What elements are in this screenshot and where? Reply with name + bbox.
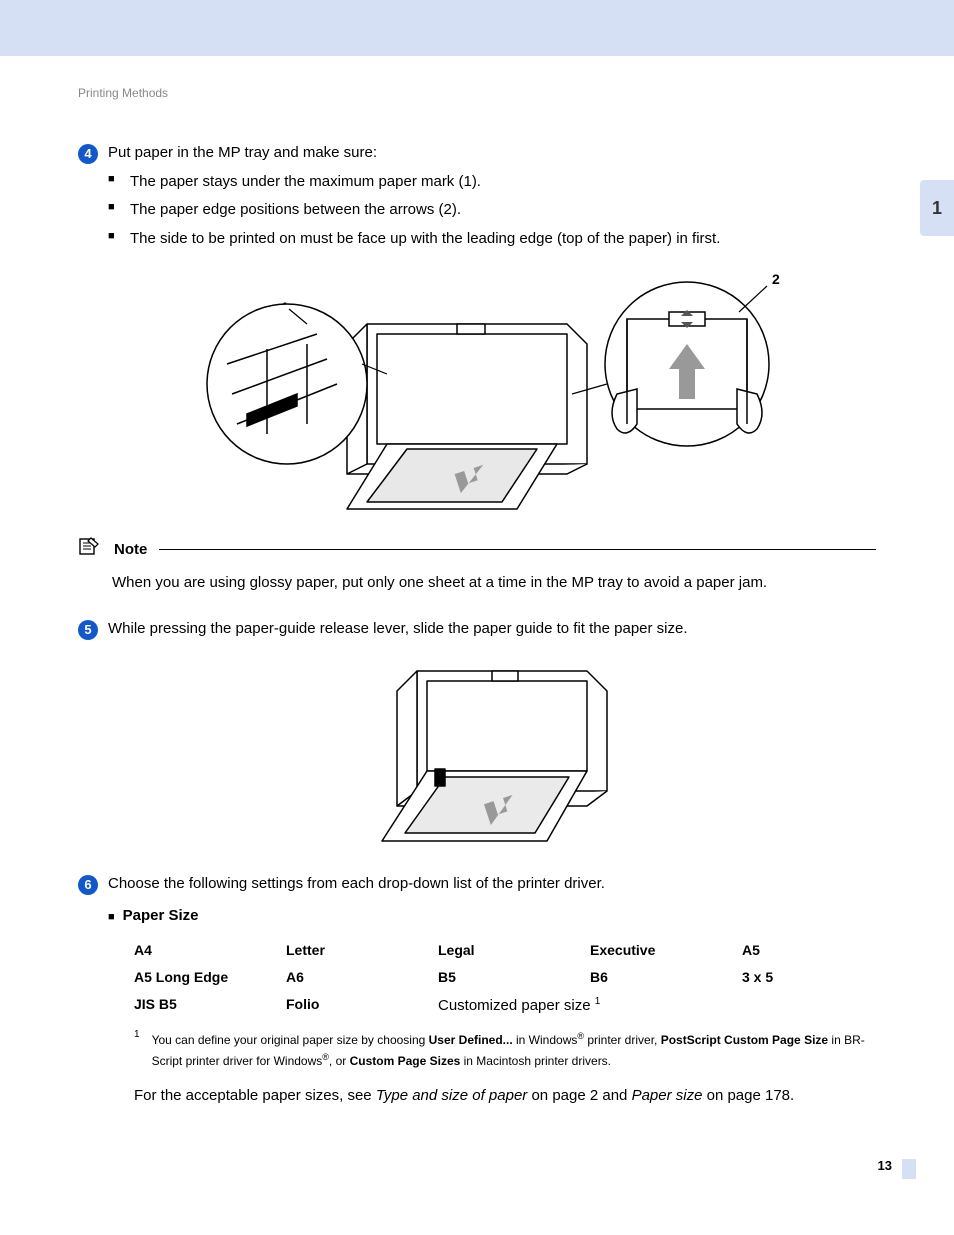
square-bullet-icon: ■: [108, 911, 115, 923]
size-cell: JIS B5: [134, 994, 286, 1018]
paper-size-label: Paper Size: [123, 907, 199, 924]
note-icon: [78, 536, 100, 564]
size-cell: B5: [438, 967, 590, 988]
breadcrumb: Printing Methods: [78, 84, 876, 102]
step-number-badge: 4: [78, 144, 98, 164]
callout-2-label: 2: [772, 271, 780, 287]
size-cell: A6: [286, 967, 438, 988]
size-cell: Executive: [590, 940, 742, 961]
table-row: JIS B5 Folio Customized paper size 1: [134, 994, 894, 1018]
step-5-illustration: [78, 651, 876, 851]
step-4-illustration: 1 2: [78, 264, 876, 514]
paper-size-table: A4 Letter Legal Executive A5 A5 Long Edg…: [134, 940, 894, 1018]
size-cell: Legal: [438, 940, 590, 961]
page-number: 13: [878, 1156, 892, 1176]
step-6: 6 Choose the following settings from eac…: [78, 873, 876, 896]
footnote-text: You can define your original paper size …: [152, 1029, 876, 1071]
page-content: Printing Methods 4 Put paper in the MP t…: [0, 56, 954, 1108]
note-title: Note: [114, 539, 147, 562]
size-cell: Folio: [286, 994, 438, 1018]
step-4: 4 Put paper in the MP tray and make sure…: [78, 142, 876, 165]
step-4-intro: Put paper in the MP tray and make sure:: [108, 142, 876, 165]
footnote: 1 You can define your original paper siz…: [134, 1029, 876, 1071]
step-4-bullets: The paper stays under the maximum paper …: [108, 171, 876, 251]
printer-guide-diagram: [327, 651, 627, 851]
paper-size-heading: ■ Paper Size: [108, 905, 876, 928]
cross-reference: For the acceptable paper sizes, see Type…: [134, 1085, 876, 1108]
note-divider: [159, 549, 876, 550]
size-cell: A5 Long Edge: [134, 967, 286, 988]
bullet-item: The paper stays under the maximum paper …: [108, 171, 876, 194]
printer-mp-tray-diagram: 1 2: [157, 264, 797, 514]
note-block: Note When you are using glossy paper, pu…: [78, 536, 876, 594]
table-row: A4 Letter Legal Executive A5: [134, 940, 894, 961]
size-cell: B6: [590, 967, 742, 988]
footnote-number: 1: [134, 1027, 140, 1069]
size-cell: Letter: [286, 940, 438, 961]
bullet-item: The paper edge positions between the arr…: [108, 199, 876, 222]
size-cell: A5: [742, 940, 894, 961]
note-text: When you are using glossy paper, put onl…: [112, 572, 876, 595]
chapter-tab: 1: [920, 180, 954, 236]
header-bar: [0, 0, 954, 56]
bullet-item: The side to be printed on must be face u…: [108, 228, 876, 251]
table-row: A5 Long Edge A6 B5 B6 3 x 5: [134, 967, 894, 988]
size-cell: A4: [134, 940, 286, 961]
size-cell: 3 x 5: [742, 967, 894, 988]
step-number-badge: 5: [78, 620, 98, 640]
step-5: 5 While pressing the paper-guide release…: [78, 618, 876, 641]
page-number-tab: [902, 1159, 916, 1179]
step-6-text: Choose the following settings from each …: [108, 873, 876, 896]
step-number-badge: 6: [78, 875, 98, 895]
step-5-text: While pressing the paper-guide release l…: [108, 618, 876, 641]
size-cell-custom: Customized paper size 1: [438, 994, 894, 1018]
